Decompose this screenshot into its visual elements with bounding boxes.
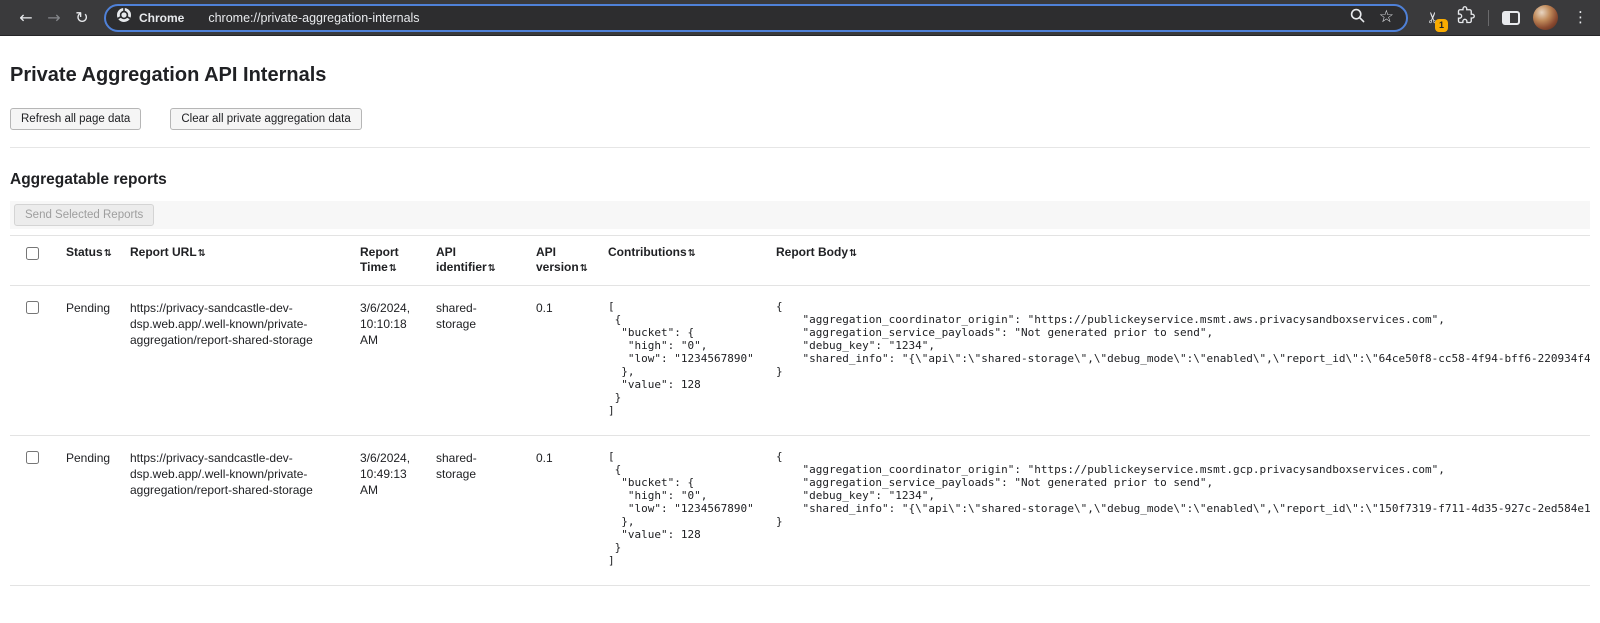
toolbar-separator bbox=[1488, 10, 1489, 26]
row-checkbox[interactable] bbox=[26, 301, 39, 314]
table-row: Pending https://privacy-sandcastle-dev-d… bbox=[10, 286, 1590, 436]
extension-badge: 1 bbox=[1435, 19, 1448, 32]
extensions-icon[interactable] bbox=[1457, 6, 1475, 29]
header-report-body[interactable]: Report Body⇅ bbox=[764, 236, 1590, 286]
page-title: Private Aggregation API Internals bbox=[10, 64, 1590, 87]
status-cell: Pending bbox=[54, 436, 118, 586]
chrome-label: Chrome bbox=[139, 11, 184, 25]
back-button[interactable]: ← bbox=[12, 4, 40, 32]
reports-table: Status⇅ Report URL⇅ Report Time⇅ API ide… bbox=[10, 235, 1590, 586]
send-reports-bar: Send Selected Reports bbox=[10, 201, 1590, 229]
sort-icon: ⇅ bbox=[389, 263, 397, 274]
sort-icon: ⇅ bbox=[849, 248, 857, 259]
select-all-checkbox[interactable] bbox=[26, 247, 39, 260]
sort-icon: ⇅ bbox=[198, 248, 206, 259]
chrome-logo-icon bbox=[116, 7, 132, 28]
sort-icon: ⇅ bbox=[688, 248, 696, 259]
bookmark-star-icon[interactable]: ☆ bbox=[1379, 9, 1394, 26]
refresh-all-button[interactable]: Refresh all page data bbox=[10, 108, 141, 130]
table-row: Pending https://privacy-sandcastle-dev-d… bbox=[10, 436, 1590, 586]
report-body-cell: { "aggregation_coordinator_origin": "htt… bbox=[764, 286, 1590, 436]
browser-toolbar: ← → ↻ Chrome chrome://private-aggregatio… bbox=[0, 0, 1600, 36]
profile-avatar[interactable] bbox=[1533, 5, 1558, 30]
report-time-cell: 3/6/2024, 10:49:13 AM bbox=[348, 436, 424, 586]
report-url-cell: https://privacy-sandcastle-dev-dsp.web.a… bbox=[118, 436, 348, 586]
report-time-cell: 3/6/2024, 10:10:18 AM bbox=[348, 286, 424, 436]
header-report-time[interactable]: Report Time⇅ bbox=[348, 236, 424, 286]
url-text[interactable]: chrome://private-aggregation-internals bbox=[208, 11, 1338, 25]
api-identifier-cell: shared-storage bbox=[424, 286, 524, 436]
clear-all-button[interactable]: Clear all private aggregation data bbox=[170, 108, 361, 130]
reload-button[interactable]: ↻ bbox=[68, 4, 96, 32]
menu-kebab-icon[interactable]: ⋮ bbox=[1571, 10, 1590, 25]
send-selected-reports-button[interactable]: Send Selected Reports bbox=[14, 204, 154, 226]
api-version-cell: 0.1 bbox=[524, 286, 596, 436]
header-report-url[interactable]: Report URL⇅ bbox=[118, 236, 348, 286]
api-version-cell: 0.1 bbox=[524, 436, 596, 586]
zoom-search-icon[interactable] bbox=[1349, 7, 1366, 29]
sort-icon: ⇅ bbox=[488, 263, 496, 274]
contributions-cell: [ { "bucket": { "high": "0", "low": "123… bbox=[596, 436, 764, 586]
table-header-row: Status⇅ Report URL⇅ Report Time⇅ API ide… bbox=[10, 236, 1590, 286]
aggregatable-reports-heading: Aggregatable reports bbox=[10, 171, 1590, 189]
report-body-cell: { "aggregation_coordinator_origin": "htt… bbox=[764, 436, 1590, 586]
sort-icon: ⇅ bbox=[104, 248, 112, 259]
header-status[interactable]: Status⇅ bbox=[54, 236, 118, 286]
row-checkbox[interactable] bbox=[26, 451, 39, 464]
status-cell: Pending bbox=[54, 286, 118, 436]
side-panel-icon[interactable] bbox=[1502, 11, 1520, 25]
contributions-cell: [ { "bucket": { "high": "0", "low": "123… bbox=[596, 286, 764, 436]
scissors-extension-button[interactable]: ✂ 1 bbox=[1422, 6, 1444, 30]
header-contributions[interactable]: Contributions⇅ bbox=[596, 236, 764, 286]
page-content: Private Aggregation API Internals Refres… bbox=[0, 64, 1600, 586]
report-url-cell: https://privacy-sandcastle-dev-dsp.web.a… bbox=[118, 286, 348, 436]
url-bar[interactable]: Chrome chrome://private-aggregation-inte… bbox=[104, 4, 1408, 32]
sort-icon: ⇅ bbox=[580, 263, 588, 274]
forward-button[interactable]: → bbox=[40, 4, 68, 32]
api-identifier-cell: shared-storage bbox=[424, 436, 524, 586]
section-divider bbox=[10, 147, 1590, 148]
header-api-identifier[interactable]: API identifier⇅ bbox=[424, 236, 524, 286]
header-api-version[interactable]: API version⇅ bbox=[524, 236, 596, 286]
